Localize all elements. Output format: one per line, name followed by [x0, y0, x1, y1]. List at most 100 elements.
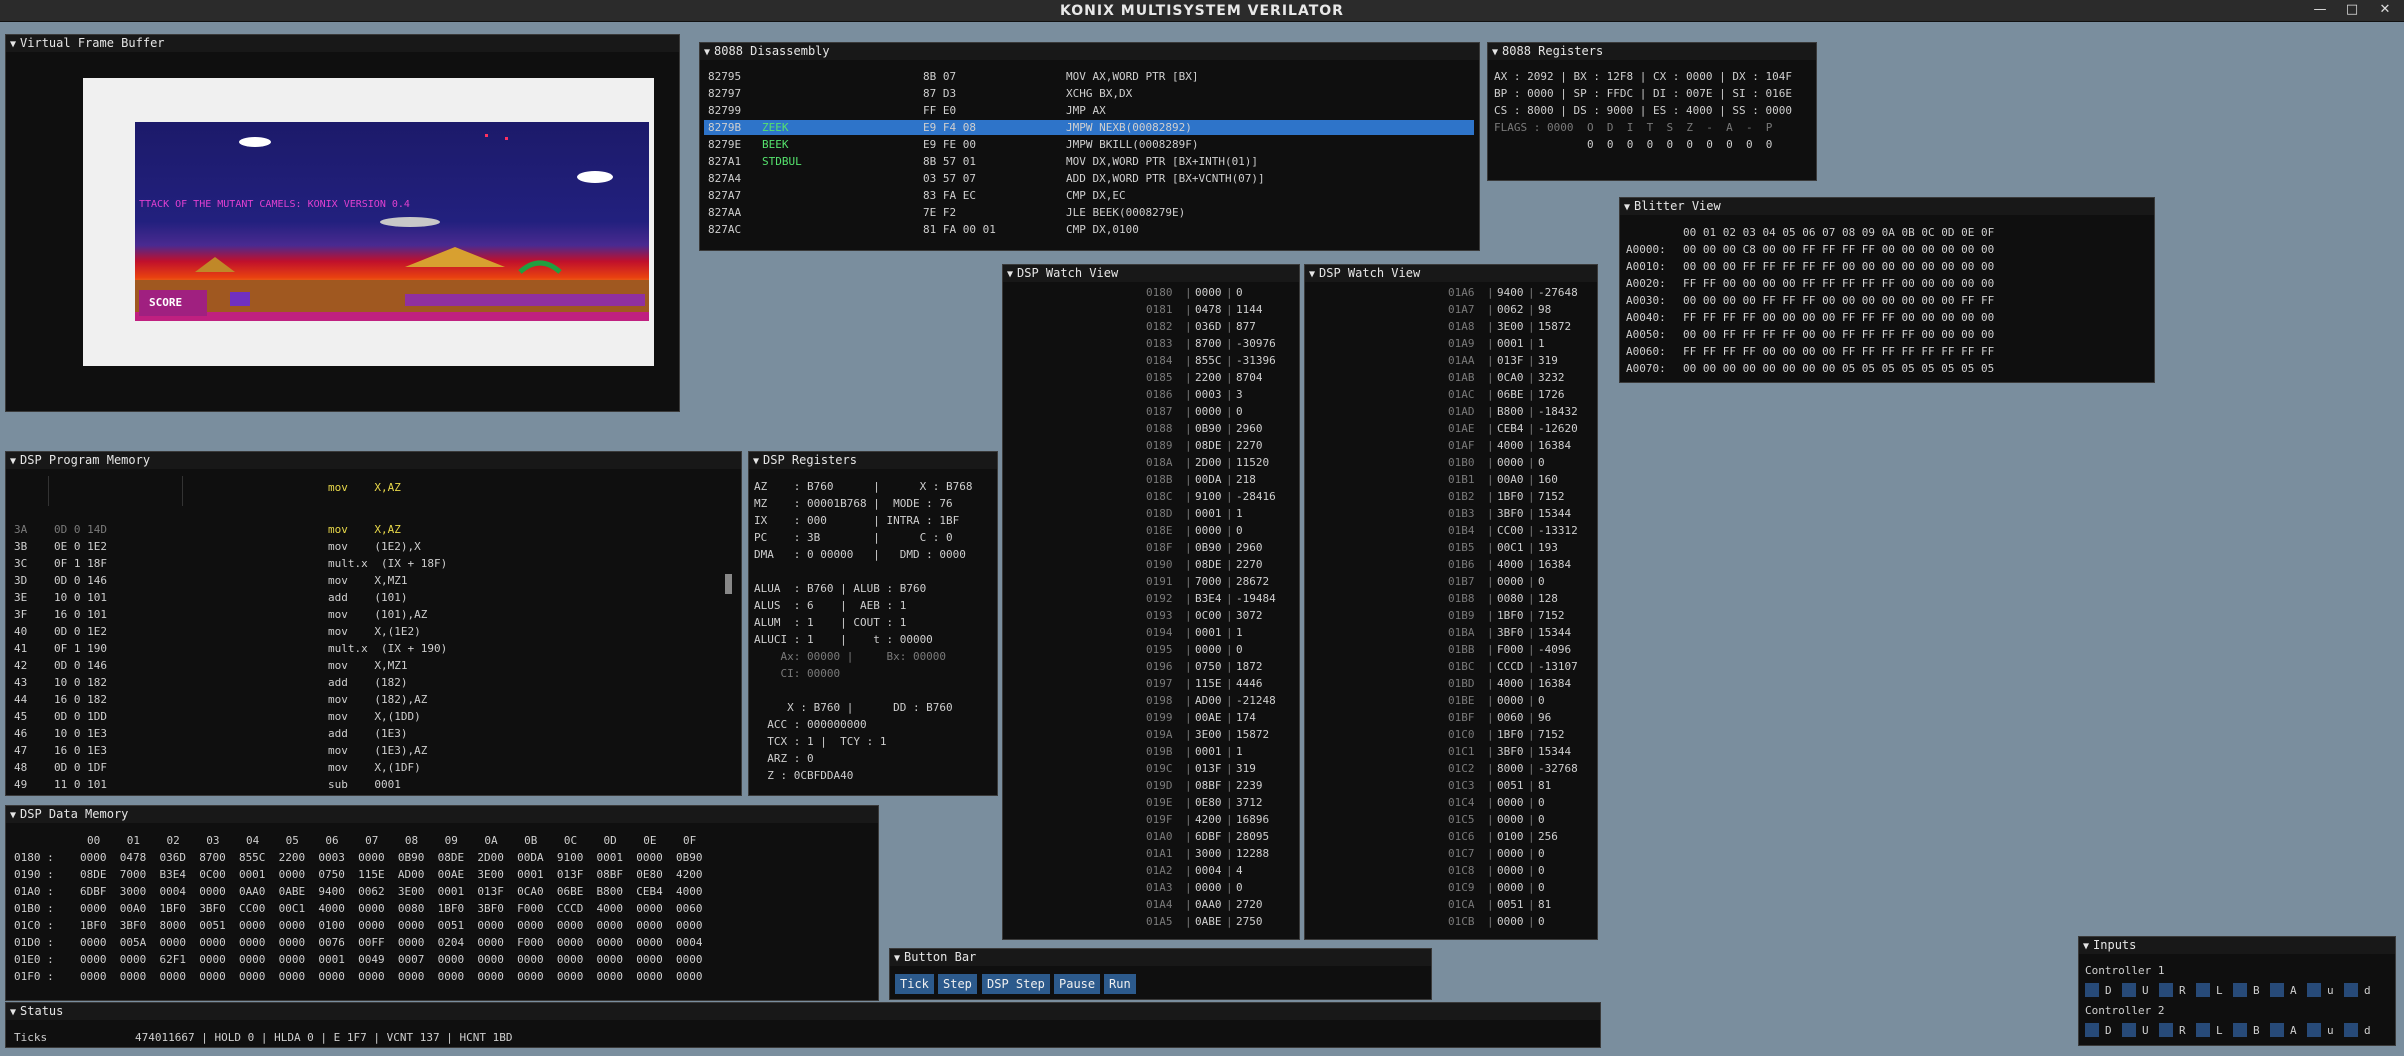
separator: |	[1226, 473, 1233, 486]
window-title-bar[interactable]: ▼ DSP Registers	[749, 452, 997, 469]
blitter-bytes: 00 00 00 FF FF FF FF FF 00 00 00 00 00 0…	[1683, 260, 1995, 273]
window-title-bar[interactable]: ▼ DSP Program Memory	[6, 452, 741, 469]
watch-address: 01B6	[1448, 558, 1475, 571]
watch-address: 01A4	[1146, 898, 1173, 911]
watch-address: 01BC	[1448, 660, 1475, 673]
watch-address: 0193	[1146, 609, 1173, 622]
input-checkbox-R[interactable]	[2159, 1023, 2173, 1037]
separator: |	[1226, 762, 1233, 775]
input-checkbox-u[interactable]	[2307, 983, 2321, 997]
collapse-triangle-icon[interactable]: ▼	[2083, 938, 2089, 955]
tick-button[interactable]: Tick	[895, 974, 934, 994]
window-title-bar[interactable]: ▼ Button Bar	[890, 949, 1431, 966]
input-checkbox-U[interactable]	[2122, 1023, 2136, 1037]
disasm-address: 827A4	[708, 172, 742, 185]
separator: |	[1528, 813, 1535, 826]
blitter-address: A0070:	[1626, 362, 1666, 375]
watch-hex: 00DA	[1195, 473, 1222, 486]
collapse-triangle-icon[interactable]: ▼	[10, 1004, 16, 1021]
watch-hex: 0750	[1195, 660, 1222, 673]
close-icon[interactable]: ✕	[2375, 2, 2395, 17]
window-title-bar[interactable]: ▼ 8088 Disassembly	[700, 43, 1479, 60]
input-checkbox-L[interactable]	[2196, 1023, 2210, 1037]
separator: |	[1487, 711, 1494, 724]
window-title-bar[interactable]: ▼ DSP Data Memory	[6, 806, 878, 823]
pause-button[interactable]: Pause	[1054, 974, 1101, 994]
step-button[interactable]: Step	[938, 974, 977, 994]
collapse-triangle-icon[interactable]: ▼	[10, 807, 16, 824]
collapse-triangle-icon[interactable]: ▼	[10, 36, 16, 53]
input-checkbox-B[interactable]	[2233, 1023, 2247, 1037]
separator: |	[1185, 524, 1192, 537]
watch-address: 018D	[1146, 507, 1173, 520]
watch-decimal: 128	[1538, 592, 1558, 605]
window-title-bar[interactable]: ▼ DSP Watch View	[1305, 265, 1597, 282]
input-checkbox-U[interactable]	[2122, 983, 2136, 997]
watch-hex: 0080	[1497, 592, 1524, 605]
input-checkbox-d[interactable]	[2344, 1023, 2358, 1037]
program-opcode: 0F 1 18F	[54, 557, 107, 570]
input-checkbox-R[interactable]	[2159, 983, 2173, 997]
window-title-bar[interactable]: ▼ Blitter View	[1620, 198, 2154, 215]
disasm-address: 827A1	[708, 155, 742, 168]
program-address: 3A	[14, 523, 28, 536]
maximize-icon[interactable]: □	[2342, 2, 2362, 17]
program-address: 3B	[14, 540, 28, 553]
watch-address: 01B0	[1448, 456, 1475, 469]
window-title-bar[interactable]: ▼ Status	[6, 1003, 1600, 1020]
data-memory-address: 01D0 :	[14, 936, 54, 949]
separator: |	[1528, 830, 1535, 843]
separator: |	[1528, 490, 1535, 503]
separator: |	[1528, 592, 1535, 605]
collapse-triangle-icon[interactable]: ▼	[704, 44, 710, 61]
separator: |	[1226, 286, 1233, 299]
data-memory-values: 6DBF 3000 0004 0000 0AA0 0ABE 9400 0062 …	[80, 885, 703, 898]
watch-hex: 9100	[1195, 490, 1222, 503]
dsp-step-button[interactable]: DSP Step	[982, 974, 1050, 994]
data-memory-header: 00 01 02 03 04 05 06 07 08 09 0A 0B 0C 0…	[87, 834, 697, 847]
collapse-triangle-icon[interactable]: ▼	[1007, 266, 1013, 283]
collapse-triangle-icon[interactable]: ▼	[1624, 199, 1630, 216]
watch-hex: 0100	[1497, 830, 1524, 843]
watch-hex: 00C1	[1497, 541, 1524, 554]
run-button[interactable]: Run	[1104, 974, 1136, 994]
frame-buffer-canvas[interactable]: TTACK OF THE MUTANT CAMELS: KONIX VERSIO…	[83, 78, 654, 366]
input-checkbox-L[interactable]	[2196, 983, 2210, 997]
program-instruction: add (1E3)	[328, 727, 408, 740]
watch-address: 01A0	[1146, 830, 1173, 843]
watch-hex: 0001	[1497, 337, 1524, 350]
status-window: ▼ Status Ticks 474011667 | HOLD 0 | HLDA …	[5, 1002, 1601, 1048]
separator: |	[1226, 728, 1233, 741]
watch-address: 01C1	[1448, 745, 1475, 758]
input-checkbox-A[interactable]	[2270, 983, 2284, 997]
window-title-bar[interactable]: ▼ DSP Watch View	[1003, 265, 1299, 282]
input-checkbox-B[interactable]	[2233, 983, 2247, 997]
collapse-triangle-icon[interactable]: ▼	[1309, 266, 1315, 283]
window-title-bar[interactable]: ▼ Virtual Frame Buffer	[6, 35, 679, 52]
disasm-instruction: XCHG BX,DX	[1066, 87, 1133, 100]
collapse-triangle-icon[interactable]: ▼	[1492, 44, 1498, 61]
watch-address: 01C3	[1448, 779, 1475, 792]
blitter-view-window: ▼ Blitter View 00 01 02 03 04 05 06 07 08…	[1619, 197, 2155, 383]
watch-decimal: 0	[1538, 694, 1545, 707]
scrollbar-grab[interactable]	[725, 574, 732, 594]
input-checkbox-d[interactable]	[2344, 983, 2358, 997]
watch-hex: 0000	[1497, 456, 1524, 469]
input-checkbox-D[interactable]	[2085, 983, 2099, 997]
watch-decimal: -13312	[1538, 524, 1578, 537]
window-title-bar[interactable]: ▼ Inputs	[2079, 937, 2395, 954]
window-titlebar: KONIX MULTISYSTEM VERILATOR — □ ✕	[0, 0, 2404, 22]
input-checkbox-A[interactable]	[2270, 1023, 2284, 1037]
input-checkbox-D[interactable]	[2085, 1023, 2099, 1037]
input-checkbox-u[interactable]	[2307, 1023, 2321, 1037]
watch-decimal: 81	[1538, 779, 1552, 792]
minimize-icon[interactable]: —	[2310, 2, 2330, 17]
collapse-triangle-icon[interactable]: ▼	[753, 453, 759, 470]
watch-decimal: 0	[1538, 915, 1545, 928]
collapse-triangle-icon[interactable]: ▼	[894, 950, 900, 967]
collapse-triangle-icon[interactable]: ▼	[10, 453, 16, 470]
watch-decimal: 0	[1538, 864, 1545, 877]
window-title-bar[interactable]: ▼ 8088 Registers	[1488, 43, 1816, 60]
watch-decimal: 0	[1538, 456, 1545, 469]
disasm-address: 827AA	[708, 206, 742, 219]
